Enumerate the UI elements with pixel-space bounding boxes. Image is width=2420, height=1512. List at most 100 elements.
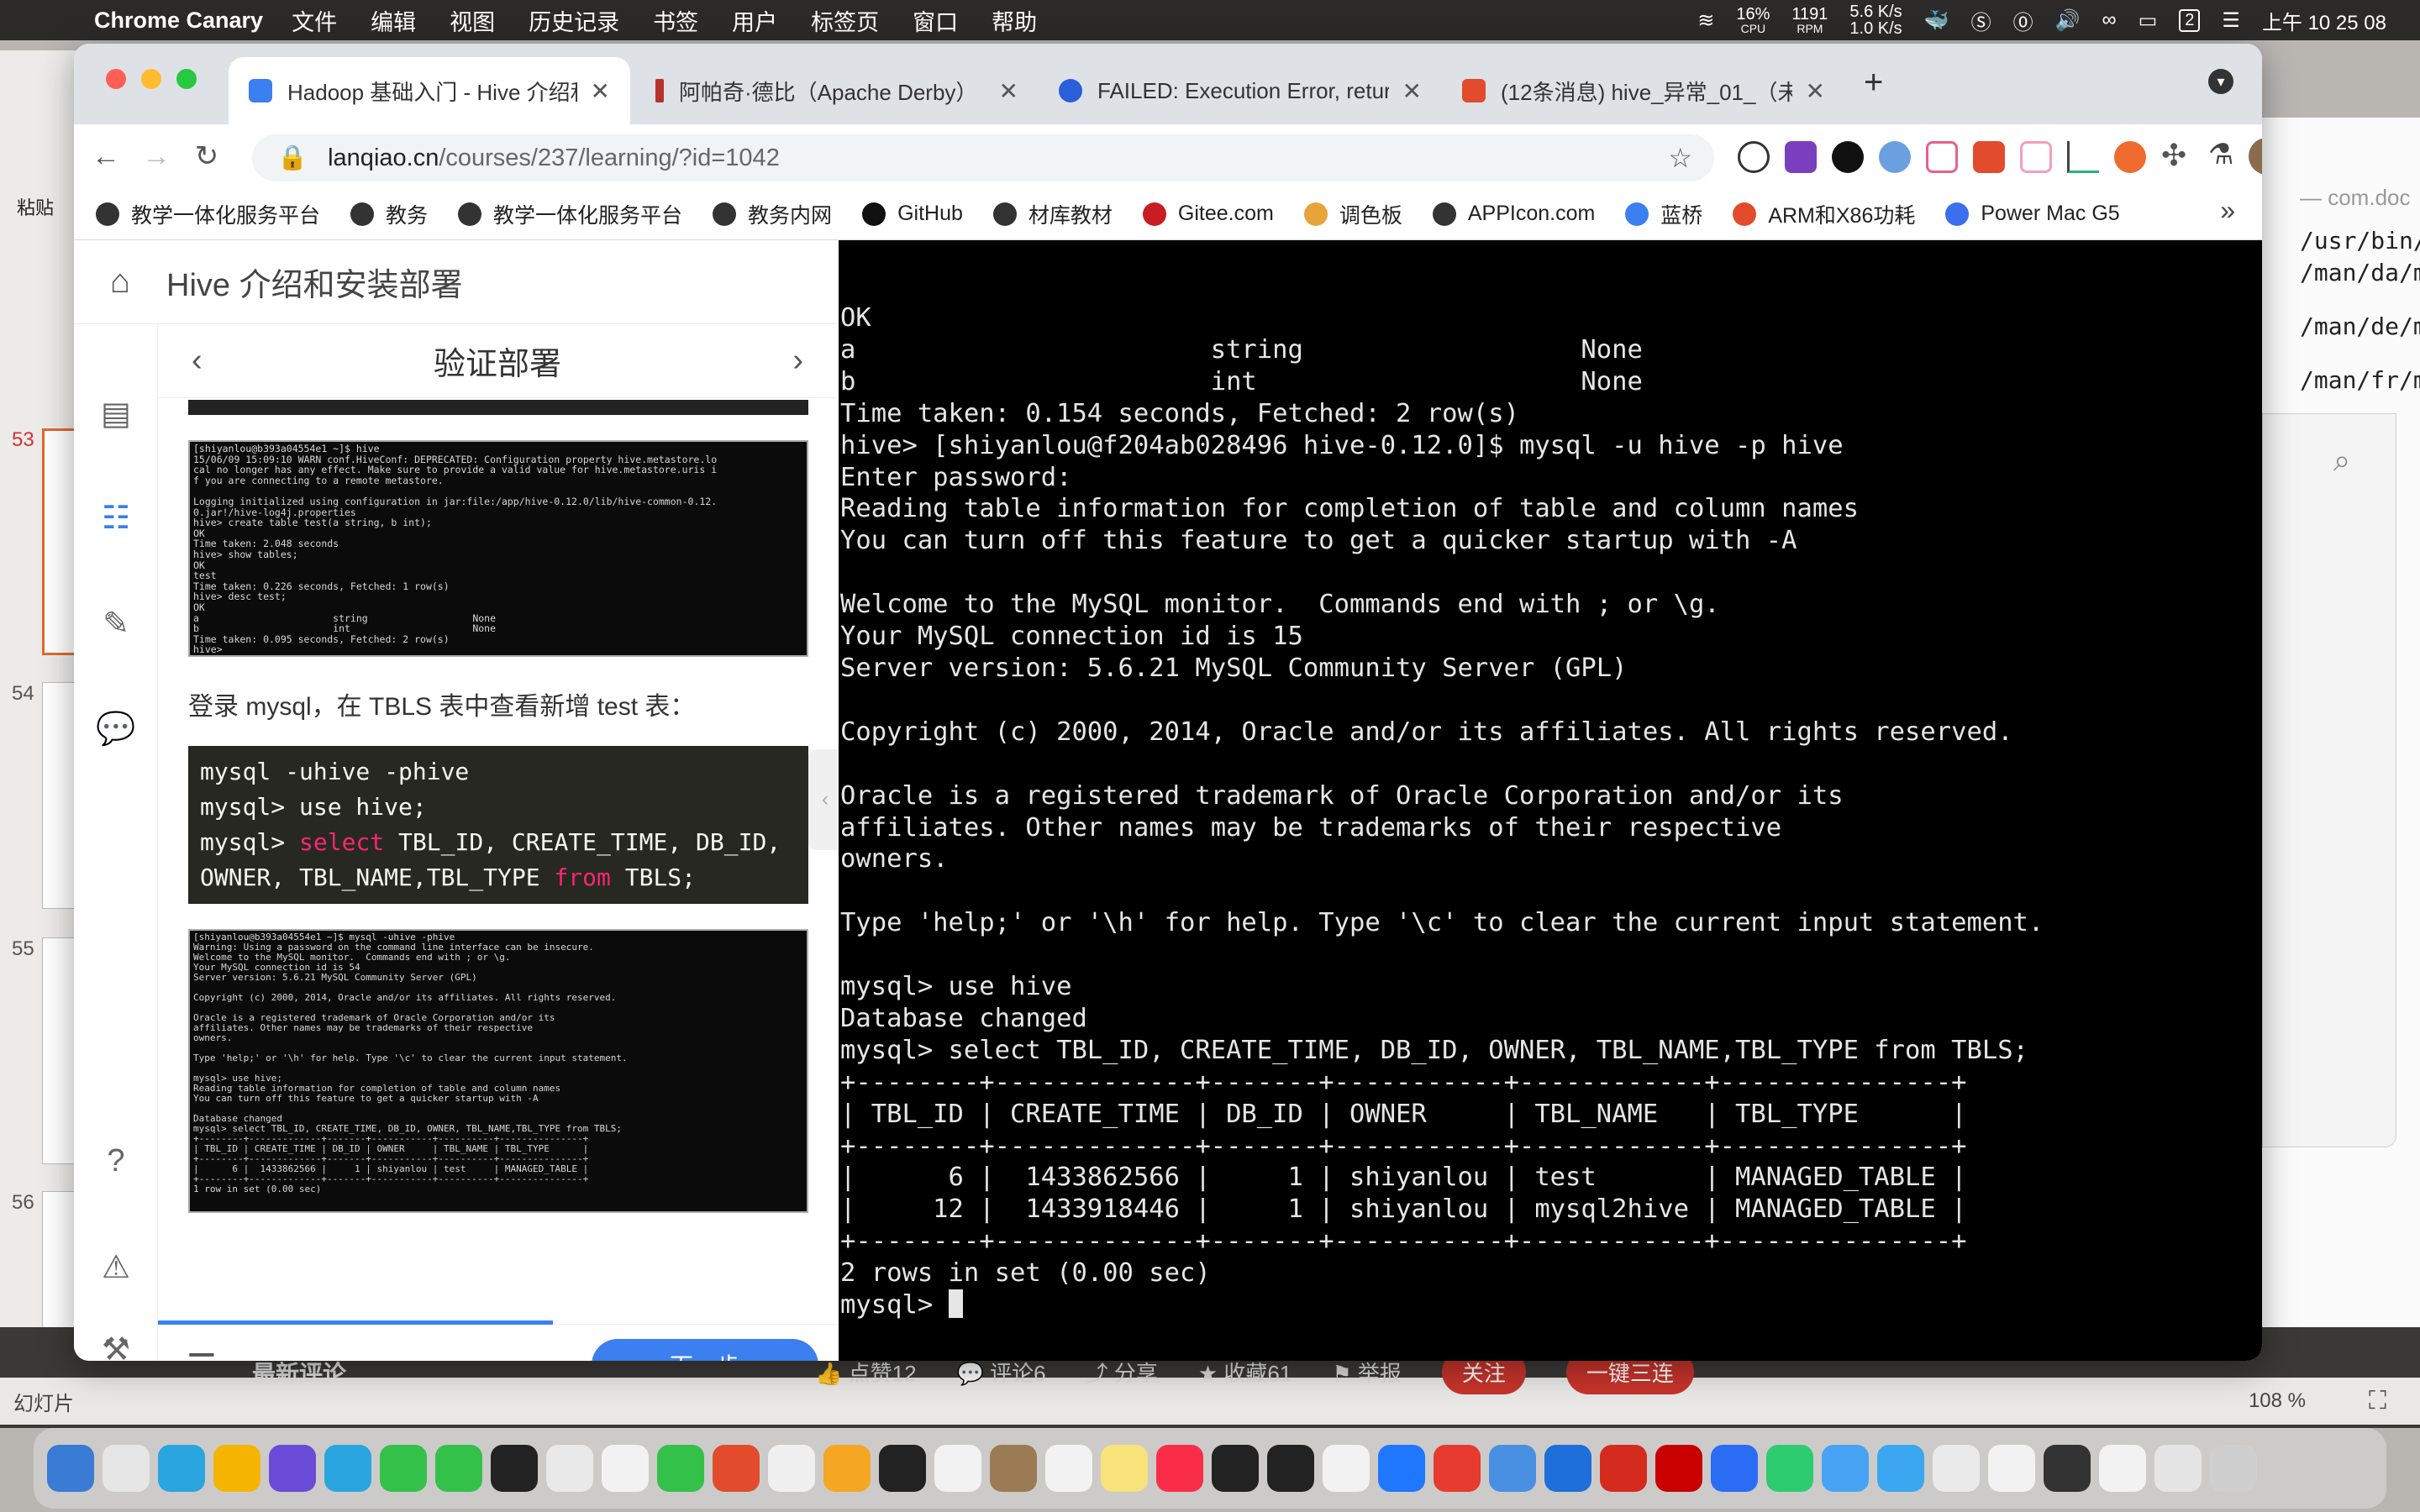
like-button[interactable]: 👍 点赞12 [815, 1357, 917, 1388]
dock-app-icon[interactable] [435, 1445, 482, 1492]
bookmark-item[interactable]: 调色板 [1303, 199, 1402, 229]
bookmark-item[interactable]: 材库教材 [992, 199, 1113, 229]
menu-app-name[interactable]: Chrome Canary [94, 8, 263, 34]
calendar-badge[interactable]: 2 [2179, 8, 2201, 32]
tab-failed-execution[interactable]: FAILED: Execution Error, return ✕ [1039, 57, 1442, 124]
app-s-icon[interactable]: Ⓢ [1971, 6, 1991, 35]
bookmark-item[interactable]: 教学一体化服务平台 [458, 199, 682, 229]
tab-hadoop-hive[interactable]: Hadoop 基础入门 - Hive 介绍和 ✕ [229, 57, 630, 124]
bookmark-item[interactable]: ARM和X86功耗 [1733, 199, 1915, 229]
dock-app-icon[interactable] [269, 1445, 316, 1492]
help-icon[interactable]: ? [91, 1136, 141, 1186]
favorite-button[interactable]: ★ 收藏61 [1198, 1357, 1292, 1388]
dock-app-icon[interactable] [657, 1445, 704, 1492]
onepassword-icon[interactable]: ⓪ [2013, 6, 2033, 35]
dock-app-icon[interactable] [1156, 1445, 1203, 1492]
share-button[interactable]: ⤴ 分享 [1086, 1357, 1158, 1388]
wifi-icon[interactable]: ≋ [1697, 8, 1714, 33]
dock-app-icon[interactable] [213, 1445, 260, 1492]
search-icon[interactable]: ⌕ [2333, 443, 2350, 479]
dock-app-icon[interactable] [1877, 1445, 1924, 1492]
tab-hive-exception[interactable]: (12条消息) hive_异常_01_（未解 ✕ [1442, 57, 1845, 124]
tv-extension-icon[interactable] [1926, 141, 1958, 173]
tools-icon[interactable]: ⚒ [91, 1324, 141, 1362]
vue-extension-icon[interactable] [2067, 141, 2099, 173]
dock-app-icon[interactable] [103, 1445, 150, 1492]
dock-app-icon[interactable] [324, 1445, 371, 1492]
menu-file[interactable]: 文件 [292, 4, 337, 37]
fit-window-icon[interactable]: ⛶ [2369, 1387, 2386, 1415]
new-tab-button[interactable]: + [1864, 64, 1883, 102]
dock-app-icon[interactable] [713, 1445, 760, 1492]
bookmark-item[interactable]: 教学一体化服务平台 [96, 199, 320, 229]
dock-app-icon[interactable] [768, 1445, 815, 1492]
dock-app-icon[interactable] [1600, 1445, 1647, 1492]
extensions-puzzle-icon[interactable]: ✣ [2161, 138, 2186, 173]
zoom-level[interactable]: 108 % [2249, 1389, 2306, 1413]
bookmarks-overflow[interactable]: » [2220, 195, 2235, 226]
dock-app-icon[interactable] [1378, 1445, 1425, 1492]
dock-app-icon[interactable] [934, 1445, 981, 1492]
bookmark-item[interactable]: 教务内网 [713, 199, 832, 229]
onepassword-extension-icon[interactable] [1738, 141, 1770, 173]
report-issue-icon[interactable]: ⚠ [91, 1242, 141, 1292]
menu-help[interactable]: 帮助 [992, 4, 1037, 37]
close-window-button[interactable] [106, 69, 126, 89]
play-extension-icon[interactable] [1832, 141, 1864, 173]
bookmark-item[interactable]: Power Mac G5 [1945, 202, 2120, 226]
menu-tab[interactable]: 标签页 [811, 4, 879, 37]
report-button[interactable]: ⚑ 举报 [1332, 1357, 1402, 1388]
outline-icon[interactable]: ▤ [91, 388, 141, 438]
dock-app-icon[interactable] [158, 1445, 205, 1492]
panel-resize-handle[interactable]: ‹ [808, 749, 842, 850]
prev-step-icon[interactable]: ‹ [192, 343, 203, 379]
fan-meter[interactable]: 1191 RPM [1791, 6, 1828, 34]
bookmark-item[interactable]: 教务 [350, 199, 428, 229]
minimize-window-button[interactable] [141, 69, 161, 89]
table-of-contents-icon[interactable]: ☰ [187, 1347, 217, 1361]
dock-app-icon[interactable] [879, 1445, 926, 1492]
comment-button[interactable]: 💬 评论6 [957, 1357, 1046, 1388]
dock-app-icon[interactable] [1766, 1445, 1813, 1492]
close-tab-icon[interactable]: ✕ [999, 77, 1018, 105]
close-tab-icon[interactable]: ✕ [1806, 77, 1825, 105]
notes-pencil-icon[interactable]: ✎ [91, 598, 141, 648]
address-bar[interactable]: 🔒 lanqiao.cn/courses/237/learning/?id=10… [252, 134, 1714, 181]
close-tab-icon[interactable]: ✕ [1402, 77, 1422, 105]
volume-icon[interactable]: 🔊 [2055, 8, 2081, 33]
menu-view[interactable]: 视图 [450, 4, 495, 37]
dock-app-icon[interactable] [1045, 1445, 1092, 1492]
control-center-icon[interactable]: ☰ [2222, 8, 2240, 33]
dock-app-icon[interactable] [2044, 1445, 2091, 1492]
onenote-extension-icon[interactable] [1785, 141, 1817, 173]
terminal-output[interactable]: OK a string None b int None Time taken: … [839, 240, 2262, 1361]
off-extension-icon[interactable] [1973, 141, 2005, 173]
cat-extension-icon[interactable] [2020, 141, 2052, 173]
next-step-button[interactable]: 下一步 [592, 1339, 818, 1361]
orange-extension-icon[interactable] [2114, 141, 2146, 173]
bookmark-item[interactable]: APPIcon.com [1432, 202, 1595, 226]
steps-list-icon[interactable]: ☷ [91, 492, 141, 543]
dock-app-icon[interactable] [2210, 1445, 2257, 1492]
dock-app-icon[interactable] [823, 1445, 871, 1492]
bookmark-item[interactable]: Gitee.com [1142, 202, 1274, 226]
close-tab-icon[interactable]: ✕ [591, 77, 610, 105]
dock-app-icon[interactable] [546, 1445, 593, 1492]
menubar-clock[interactable]: 上午 10 25 08 [2262, 6, 2386, 35]
dock-app-icon[interactable] [1267, 1445, 1314, 1492]
dock-app-icon[interactable] [1323, 1445, 1370, 1492]
dock-app-icon[interactable] [491, 1445, 538, 1492]
back-icon[interactable]: ← [81, 140, 131, 173]
network-meter[interactable]: 5.6 K/s 1.0 K/s [1849, 3, 1902, 37]
dock-app-icon[interactable] [602, 1445, 649, 1492]
next-step-icon[interactable]: › [792, 343, 803, 379]
cpu-meter[interactable]: 16% CPU [1736, 6, 1770, 34]
dock-app-icon[interactable] [2154, 1445, 2202, 1492]
tab-apache-derby[interactable]: 阿帕奇·德比（Apache Derby） ✕ [635, 57, 1039, 124]
dock-app-icon[interactable] [1711, 1445, 1758, 1492]
dock-app-icon[interactable] [1489, 1445, 1536, 1492]
dock-app-icon[interactable] [47, 1445, 94, 1492]
forward-icon[interactable]: → [131, 140, 182, 173]
bookmark-star-icon[interactable]: ☆ [1668, 142, 1692, 174]
bookmark-item[interactable]: GitHub [862, 202, 963, 226]
